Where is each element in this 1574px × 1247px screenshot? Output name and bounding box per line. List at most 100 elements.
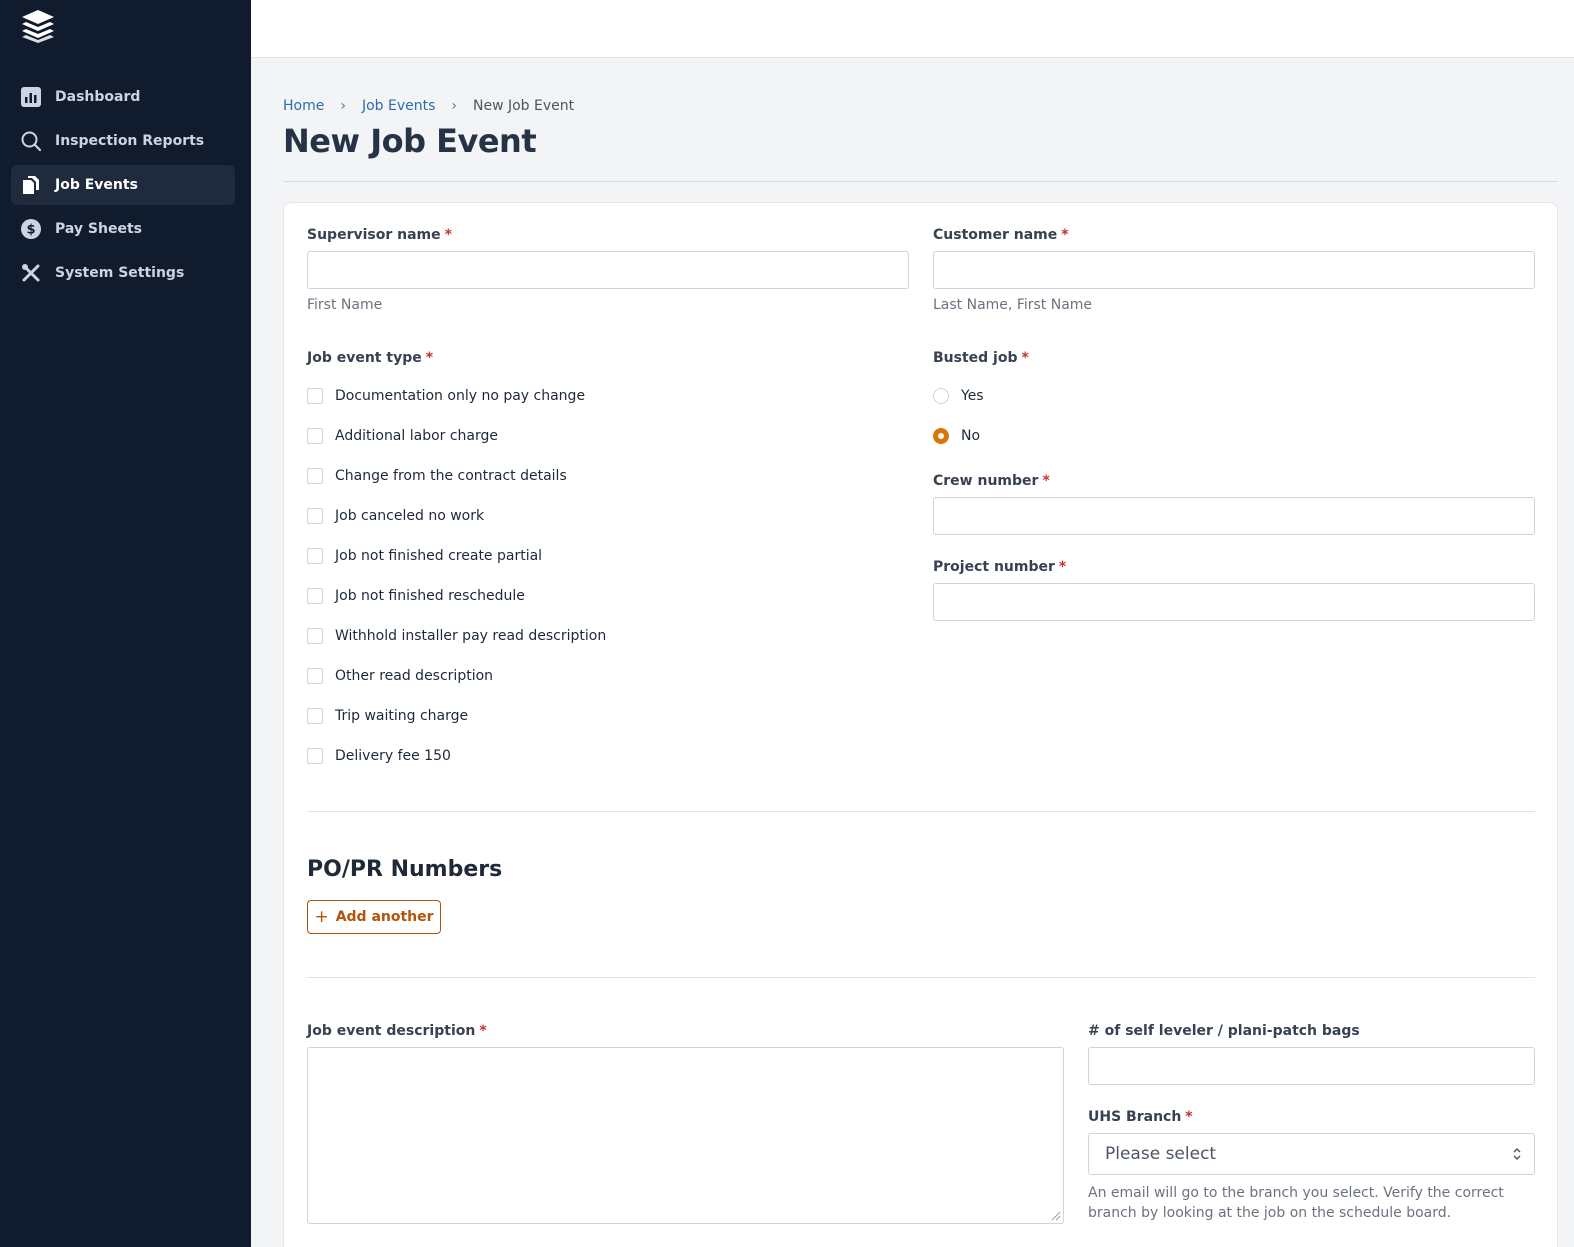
checkbox[interactable]: [307, 588, 323, 604]
tools-icon: [20, 262, 42, 284]
label-text: Job event description: [307, 1023, 476, 1039]
bags-label: # of self leveler / plani-patch bags: [1088, 1023, 1360, 1039]
sidebar-item-label: System Settings: [55, 265, 185, 281]
option-label: Job not finished create partial: [335, 548, 543, 564]
select-value: Please select: [1105, 1144, 1217, 1164]
radio-button[interactable]: [933, 428, 949, 444]
supervisor-name-help: First Name: [307, 297, 383, 313]
checkbox[interactable]: [307, 628, 323, 644]
sidebar-item-pay-sheets[interactable]: $ Pay Sheets: [11, 209, 235, 249]
top-bar: [251, 0, 1574, 58]
customer-name-label: Customer name *: [933, 227, 1069, 243]
sidebar-item-system-settings[interactable]: System Settings: [11, 253, 235, 293]
po-pr-section-title: PO/PR Numbers: [307, 857, 503, 882]
bags-input[interactable]: [1088, 1047, 1535, 1085]
label-text: Customer name: [933, 227, 1058, 243]
label-text: Crew number: [933, 473, 1039, 489]
job-event-form: Supervisor name * First Name Customer nam…: [283, 202, 1558, 1247]
checkbox[interactable]: [307, 748, 323, 764]
job-event-type-option[interactable]: Other read description: [307, 668, 493, 684]
sidebar-item-dashboard[interactable]: Dashboard: [11, 77, 235, 117]
logo-icon[interactable]: [18, 8, 58, 44]
label-text: Busted job: [933, 350, 1018, 366]
search-icon: [20, 130, 42, 152]
checkbox[interactable]: [307, 708, 323, 724]
job-event-description-textarea[interactable]: [307, 1047, 1064, 1224]
job-event-type-option[interactable]: Documentation only no pay change: [307, 388, 585, 404]
busted-job-label: Busted job *: [933, 350, 1029, 366]
sidebar-item-inspection-reports[interactable]: Inspection Reports: [11, 121, 235, 161]
checkbox[interactable]: [307, 468, 323, 484]
checkbox[interactable]: [307, 388, 323, 404]
job-event-type-option[interactable]: Additional labor charge: [307, 428, 498, 444]
breadcrumb-job-events-link[interactable]: Job Events: [362, 98, 435, 114]
sidebar-item-job-events[interactable]: Job Events: [11, 165, 235, 205]
required-mark: *: [1021, 350, 1029, 366]
job-event-type-option[interactable]: Job not finished reschedule: [307, 588, 525, 604]
job-event-type-option[interactable]: Delivery fee 150: [307, 748, 451, 764]
breadcrumb: Home › Job Events › New Job Event: [283, 98, 574, 114]
option-label: Change from the contract details: [335, 468, 567, 484]
label-text: Supervisor name: [307, 227, 441, 243]
required-mark: *: [425, 350, 434, 366]
label-text: # of self leveler / plani-patch bags: [1088, 1023, 1360, 1039]
crew-number-label: Crew number *: [933, 473, 1050, 489]
job-event-type-option[interactable]: Change from the contract details: [307, 468, 567, 484]
uhs-branch-help: An email will go to the branch you selec…: [1088, 1185, 1504, 1221]
option-label: No: [961, 428, 981, 444]
checkbox[interactable]: [307, 668, 323, 684]
crew-number-input[interactable]: [933, 497, 1535, 535]
chevron-right-icon: ›: [451, 98, 457, 114]
job-event-type-label: Job event type *: [307, 350, 433, 366]
documents-icon: [20, 174, 42, 196]
option-label: Additional labor charge: [335, 428, 499, 444]
label-text: UHS Branch: [1088, 1109, 1182, 1125]
required-mark: *: [1185, 1109, 1193, 1125]
busted-job-yes[interactable]: Yes: [933, 388, 984, 404]
sidebar: Dashboard Inspection Reports Job Events …: [0, 0, 251, 1247]
breadcrumb-home-link[interactable]: Home: [283, 98, 324, 114]
supervisor-name-label: Supervisor name *: [307, 227, 452, 243]
checkbox[interactable]: [307, 428, 323, 444]
job-event-description-label: Job event description *: [307, 1023, 487, 1039]
supervisor-name-input[interactable]: [307, 251, 909, 289]
label-text: Job event type: [307, 350, 422, 366]
customer-name-input[interactable]: [933, 251, 1535, 289]
svg-text:$: $: [26, 223, 35, 238]
required-mark: *: [1042, 473, 1050, 489]
checkbox[interactable]: [307, 548, 323, 564]
dollar-icon: $: [20, 218, 42, 240]
chart-icon: [20, 86, 42, 108]
job-event-type-option[interactable]: Withhold installer pay read description: [307, 628, 606, 644]
select-arrows-icon: [1513, 1148, 1521, 1160]
breadcrumb-current: New Job Event: [473, 98, 575, 114]
option-label: Withhold installer pay read description: [335, 628, 607, 644]
label-text: Project number: [933, 559, 1055, 575]
resize-handle-icon[interactable]: [1051, 1211, 1061, 1221]
job-event-type-option[interactable]: Job not finished create partial: [307, 548, 542, 564]
sidebar-item-label: Job Events: [55, 177, 138, 193]
uhs-branch-label: UHS Branch *: [1088, 1109, 1193, 1125]
project-number-label: Project number *: [933, 559, 1066, 575]
page-title: New Job Event: [283, 122, 537, 160]
busted-job-no[interactable]: No: [933, 428, 980, 444]
required-mark: *: [1058, 559, 1067, 575]
job-event-type-option[interactable]: Trip waiting charge: [307, 708, 468, 724]
customer-name-help: Last Name, First Name: [933, 297, 1093, 313]
job-event-type-option[interactable]: Job canceled no work: [307, 508, 484, 524]
radio-button[interactable]: [933, 388, 949, 404]
checkbox[interactable]: [307, 508, 323, 524]
option-label: Trip waiting charge: [335, 708, 469, 724]
title-divider: [283, 181, 1558, 182]
sidebar-item-label: Inspection Reports: [55, 133, 205, 149]
option-label: Job not finished reschedule: [335, 588, 525, 604]
uhs-branch-select[interactable]: Please select: [1088, 1133, 1535, 1175]
add-another-button[interactable]: + Add another: [307, 900, 441, 934]
option-label: Delivery fee 150: [335, 748, 451, 764]
chevron-right-icon: ›: [340, 98, 346, 114]
option-label: Job canceled no work: [335, 508, 485, 524]
required-mark: *: [1061, 227, 1069, 243]
section-divider: [307, 977, 1535, 978]
project-number-input[interactable]: [933, 583, 1535, 621]
option-label: Documentation only no pay change: [335, 388, 586, 404]
